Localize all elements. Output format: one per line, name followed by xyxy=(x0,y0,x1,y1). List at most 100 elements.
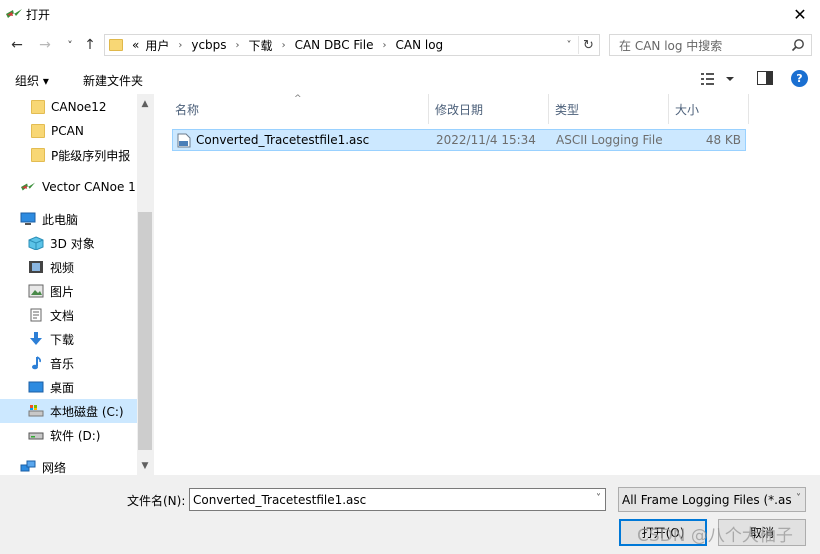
column-header-type[interactable]: 类型 xyxy=(549,94,669,124)
column-header-modified[interactable]: 修改日期 xyxy=(429,94,549,124)
breadcrumb-item-users[interactable]: 用户 xyxy=(142,37,172,54)
computer-icon xyxy=(20,212,36,225)
sidebar-item-label: 3D 对象 xyxy=(50,236,95,251)
drive-d-icon xyxy=(28,432,44,440)
vector-app-icon xyxy=(21,182,35,191)
sidebar-item-documents[interactable]: 文档 xyxy=(0,303,137,327)
vector-app-icon xyxy=(6,9,22,18)
chevron-right-icon[interactable]: › xyxy=(376,40,392,51)
network-icon xyxy=(20,460,36,472)
pictures-icon xyxy=(28,284,44,298)
breadcrumb: « 用户 › ycbps › 下载 › CAN DBC File › CAN l… xyxy=(129,37,446,54)
filename-input[interactable]: Converted_Tracetestfile1.asc ˅ xyxy=(189,488,606,511)
search-placeholder: 在 CAN log 中搜索 xyxy=(619,38,723,53)
search-input[interactable]: 在 CAN log 中搜索 xyxy=(609,34,812,56)
sidebar-item-label: PCAN xyxy=(51,124,84,138)
filter-value: All Frame Logging Files (*.as xyxy=(622,492,792,507)
sidebar-item-label: 软件 (D:) xyxy=(50,428,101,443)
file-type: ASCII Logging File xyxy=(556,133,663,147)
asc-file-icon xyxy=(177,133,191,148)
sidebar-item-canoe12[interactable]: CANoe12 xyxy=(0,95,137,119)
organize-button[interactable]: 组织 ▾ xyxy=(15,72,49,89)
documents-icon xyxy=(30,308,42,322)
up-button[interactable]: ↑ xyxy=(81,36,99,54)
sidebar-item-vector-canoe[interactable]: Vector CANoe 1 xyxy=(0,175,137,199)
videos-icon xyxy=(29,261,43,273)
window-title: 打开 xyxy=(26,8,51,22)
chevron-down-icon[interactable]: ˅ xyxy=(796,493,801,504)
sidebar-item-local-disk-c[interactable]: 本地磁盘 (C:) xyxy=(0,399,137,423)
address-dropdown-button[interactable]: ˅ xyxy=(561,37,577,53)
preview-pane-icon[interactable] xyxy=(757,71,773,85)
sidebar-item-desktop[interactable]: 桌面 xyxy=(0,375,137,399)
scroll-up-arrow-icon[interactable]: ▲ xyxy=(137,96,153,112)
chevron-down-icon[interactable]: ˅ xyxy=(596,493,601,504)
sidebar-item-p-declaration[interactable]: P能级序列申报 xyxy=(0,143,137,167)
search-icon[interactable] xyxy=(791,38,805,52)
breadcrumb-item-can-log[interactable]: CAN log xyxy=(392,38,446,52)
file-name: Converted_Tracetestfile1.asc xyxy=(196,133,370,147)
help-icon[interactable]: ? xyxy=(791,70,808,87)
file-list: ^ 名称 修改日期 类型 大小 Converted_Tracetestfile1… xyxy=(153,94,820,475)
sidebar-item-music[interactable]: 音乐 xyxy=(0,351,137,375)
sidebar-item-pcan[interactable]: PCAN xyxy=(0,119,137,143)
sidebar-scrollbar[interactable]: ▲ ▼ xyxy=(137,94,153,475)
sidebar-item-label: 桌面 xyxy=(50,380,75,395)
scroll-down-arrow-icon[interactable]: ▼ xyxy=(137,458,153,474)
command-toolbar: 组织 ▾ 新建文件夹 ? xyxy=(0,64,820,94)
sidebar-item-3d-objects[interactable]: 3D 对象 xyxy=(0,231,137,255)
drive-c-icon xyxy=(28,405,44,417)
recent-locations-button[interactable]: ˅ xyxy=(61,36,79,54)
breadcrumb-overflow[interactable]: « xyxy=(129,38,142,52)
sidebar-item-videos[interactable]: 视频 xyxy=(0,255,137,279)
downloads-icon xyxy=(30,332,42,345)
sidebar-item-label: 视频 xyxy=(50,260,75,275)
sidebar-item-pictures[interactable]: 图片 xyxy=(0,279,137,303)
file-row[interactable]: Converted_Tracetestfile1.asc 2022/11/4 1… xyxy=(172,129,746,151)
folder-icon xyxy=(31,148,45,162)
sidebar-item-network[interactable]: 网络 xyxy=(0,455,137,475)
desktop-icon xyxy=(28,381,44,393)
watermark: CSDN @八个大柚子 xyxy=(637,526,793,546)
folder-icon xyxy=(31,124,45,138)
view-options-icon[interactable] xyxy=(700,71,740,87)
column-header-name[interactable]: 名称 xyxy=(169,94,429,124)
chevron-right-icon[interactable]: › xyxy=(230,40,246,51)
file-type-filter[interactable]: All Frame Logging Files (*.as ˅ xyxy=(618,487,806,512)
file-size: 48 KB xyxy=(705,133,741,147)
back-button[interactable]: ← xyxy=(8,36,26,54)
title-bar: 打开 ✕ xyxy=(0,0,820,28)
sidebar-item-this-pc[interactable]: 此电脑 xyxy=(0,207,137,231)
column-header-size[interactable]: 大小 xyxy=(669,94,749,124)
close-button[interactable]: ✕ xyxy=(780,0,820,28)
folder-icon xyxy=(109,39,123,51)
sidebar-item-label: Vector CANoe 1 xyxy=(42,180,136,194)
navigation-pane: CANoe12 PCAN P能级序列申报 Vector CANoe 1 此电脑 … xyxy=(0,94,153,475)
breadcrumb-item-downloads[interactable]: 下载 xyxy=(246,37,276,54)
address-bar[interactable]: « 用户 › ycbps › 下载 › CAN DBC File › CAN l… xyxy=(104,34,600,56)
sidebar-item-label: 音乐 xyxy=(50,356,75,371)
sidebar-item-label: P能级序列申报 xyxy=(51,148,131,163)
navigation-bar: ← → ˅ ↑ « 用户 › ycbps › 下载 › CAN DBC File… xyxy=(0,28,820,64)
filename-value: Converted_Tracetestfile1.asc xyxy=(193,492,367,507)
breadcrumb-item-can-dbc-file[interactable]: CAN DBC File xyxy=(292,38,377,52)
new-folder-button[interactable]: 新建文件夹 xyxy=(83,72,143,89)
forward-button[interactable]: → xyxy=(36,36,54,54)
chevron-right-icon[interactable]: › xyxy=(276,40,292,51)
sidebar-item-label: 本地磁盘 (C:) xyxy=(50,404,124,419)
folder-icon xyxy=(31,100,45,114)
file-modified: 2022/11/4 15:34 xyxy=(436,133,536,147)
3d-objects-icon xyxy=(28,236,44,250)
scroll-thumb[interactable] xyxy=(138,212,152,450)
sidebar-item-label: CANoe12 xyxy=(51,100,107,114)
refresh-button[interactable]: ↻ xyxy=(578,36,598,54)
chevron-right-icon[interactable]: › xyxy=(172,40,188,51)
sidebar-item-label: 图片 xyxy=(50,284,75,299)
filename-label: 文件名(N): xyxy=(127,494,186,508)
sidebar-item-software-d[interactable]: 软件 (D:) xyxy=(0,423,137,447)
breadcrumb-item-ycbps[interactable]: ycbps xyxy=(188,38,229,52)
music-icon xyxy=(32,356,41,370)
sidebar-item-downloads[interactable]: 下载 xyxy=(0,327,137,351)
sidebar-item-label: 此电脑 xyxy=(42,212,79,227)
sidebar-item-label: 文档 xyxy=(50,308,75,323)
